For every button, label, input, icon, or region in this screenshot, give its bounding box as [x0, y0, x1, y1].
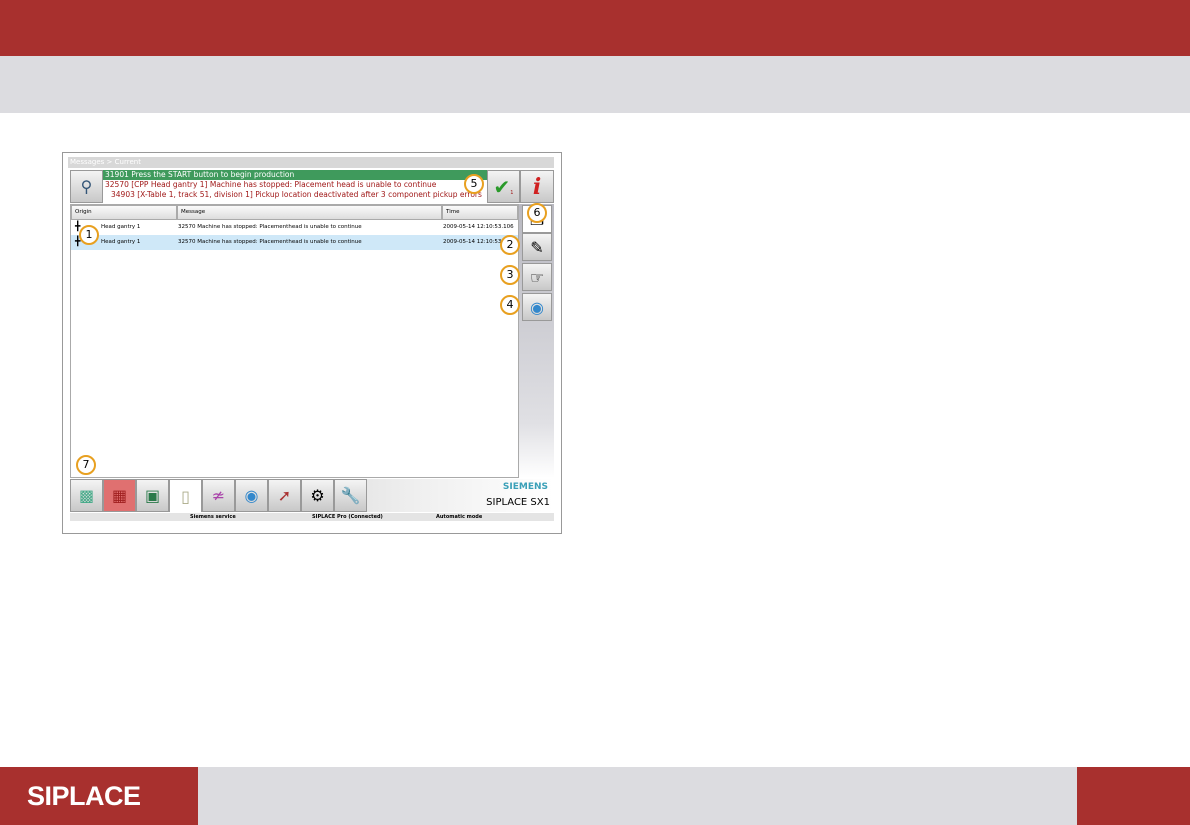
- footer-accent: [1077, 767, 1190, 825]
- message-filter-button[interactable]: ✎: [522, 233, 552, 261]
- breadcrumb: Messages > Current: [68, 157, 554, 168]
- machine-model: SIPLACE SX1: [486, 497, 550, 508]
- setup-icon: ⚙: [310, 486, 325, 505]
- service-button[interactable]: 🔧: [334, 479, 367, 512]
- callout-3: 3: [500, 265, 520, 285]
- board-icon: ▦: [111, 486, 128, 505]
- board-button[interactable]: ▦: [103, 479, 136, 512]
- status-user: Siemens service: [190, 514, 236, 520]
- table-row-selected[interactable]: ╋ Head gantry 1 32570 Machine has stoppe…: [71, 235, 518, 250]
- nozzle-icon: ➚: [277, 486, 292, 505]
- message-search-button[interactable]: ⚲: [70, 170, 103, 203]
- status-mode: Automatic mode: [436, 514, 483, 520]
- info-button[interactable]: i: [520, 170, 554, 203]
- callout-5: 5: [464, 174, 484, 194]
- production-icon: ▩: [78, 486, 95, 505]
- setup-button[interactable]: ⚙: [301, 479, 334, 512]
- info-icon: i: [532, 173, 542, 200]
- column-header-origin[interactable]: Origin: [71, 205, 177, 220]
- statistics-button[interactable]: ≄: [202, 479, 235, 512]
- column-header-time[interactable]: Time: [442, 205, 518, 220]
- callout-7: 7: [76, 455, 96, 475]
- siemens-logo: SIEMENS: [502, 482, 548, 492]
- row-time: 2009-05-14 12:10:53.106: [443, 224, 514, 230]
- callout-4: 4: [500, 295, 520, 315]
- row-origin: Head gantry 1: [101, 224, 141, 230]
- service-wrench-icon: 🔧: [340, 486, 361, 505]
- status-bar: Siemens service SIPLACE Pro (Connected) …: [70, 513, 554, 521]
- message-hand-icon: ☞: [529, 267, 545, 287]
- acknowledge-button[interactable]: ✔ 1: [487, 170, 520, 203]
- error-message: 34903 [X-Table 1, track 51, division 1] …: [111, 190, 482, 199]
- row-message: 32570 Machine has stopped: Placementhead…: [178, 224, 362, 230]
- siplace-logo: SIPLACE: [0, 767, 198, 825]
- camera-button[interactable]: ◉: [235, 479, 268, 512]
- error-message: 32570 [CPP Head gantry 1] Machine has st…: [105, 180, 437, 189]
- message-edit-icon: ✎: [530, 237, 544, 257]
- station-button[interactable]: ▣: [136, 479, 169, 512]
- row-time: 2009-05-14 12:10:53: [443, 239, 502, 245]
- status-connection: SIPLACE Pro (Connected): [312, 514, 383, 520]
- message-detail-button[interactable]: ☞: [522, 263, 552, 291]
- production-button[interactable]: ▩: [70, 479, 103, 512]
- message-camera-icon: ◉: [530, 297, 544, 317]
- column-header-message[interactable]: Message: [177, 205, 442, 220]
- nozzle-button[interactable]: ➚: [268, 479, 301, 512]
- info-message: 31901 Press the START button to begin pr…: [103, 170, 487, 180]
- row-origin: Head gantry 1: [101, 239, 141, 245]
- bottom-toolbar: ▩ ▦ ▣ ▯ ≄ ◉ ➚ ⚙ 🔧 SIEMENS SIPLACE SX1: [70, 479, 554, 512]
- messages-icon: ▯: [181, 486, 190, 506]
- table-row[interactable]: ╋ Head gantry 1 32570 Machine has stoppe…: [71, 220, 518, 235]
- station-icon: ▣: [144, 486, 161, 505]
- camera-icon: ◉: [244, 486, 259, 505]
- chart-icon: ≄: [211, 486, 226, 505]
- ack-count: 1: [510, 189, 514, 196]
- message-camera-button[interactable]: ◉: [522, 293, 552, 321]
- callout-2: 2: [500, 235, 520, 255]
- row-message: 32570 Machine has stopped: Placementhead…: [178, 239, 362, 245]
- magnifier-icon: ⚲: [80, 177, 93, 196]
- checkmark-icon: ✔: [493, 174, 511, 199]
- header-bar: [0, 0, 1190, 56]
- subheader-band: [0, 56, 1190, 113]
- callout-1: 1: [79, 225, 99, 245]
- message-panel: 31901 Press the START button to begin pr…: [103, 170, 487, 203]
- callout-6: 6: [527, 203, 547, 223]
- messages-table: Origin Message Time ╋ Head gantry 1 3257…: [70, 204, 519, 478]
- messages-tab-button[interactable]: ▯: [169, 479, 202, 512]
- side-toolbar: ❐ ✎ ☞ ◉: [519, 204, 554, 478]
